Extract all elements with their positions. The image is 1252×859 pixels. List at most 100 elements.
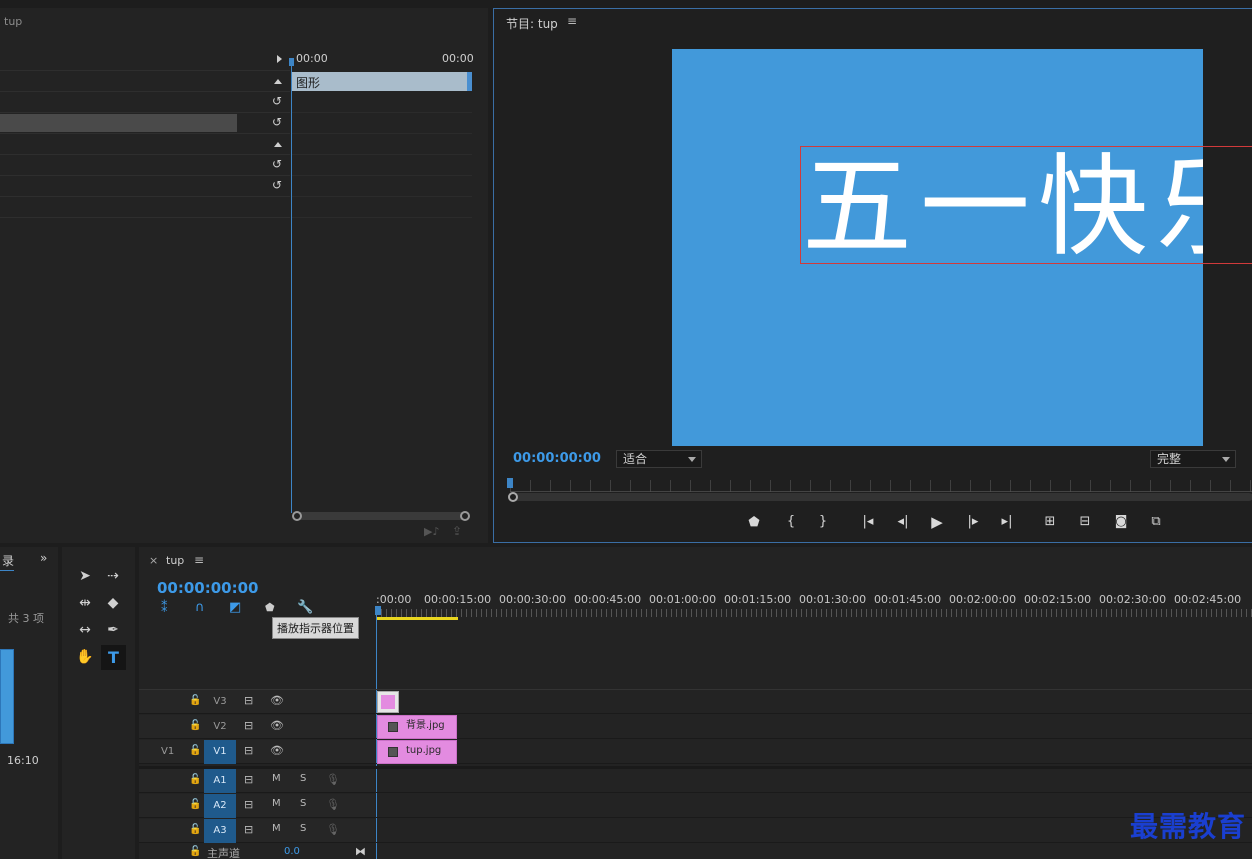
zoom-select[interactable]: 适合 <box>616 450 702 468</box>
reset-icon[interactable]: ↺ <box>272 178 282 192</box>
master-volume[interactable]: 0.0 <box>284 846 300 857</box>
track-lane-v3[interactable] <box>376 690 1252 714</box>
sync-lock-icon[interactable]: ⊟ <box>244 719 253 732</box>
reset-icon[interactable]: ↺ <box>272 94 282 108</box>
track-header-master[interactable]: 🔓 主声道 0.0 ⧓ <box>139 844 375 859</box>
collapse-icon[interactable] <box>274 79 282 84</box>
track-header-a3[interactable]: 🔓 A3 ⊟ M S 🎙 <box>139 819 375 843</box>
track-lane-v1[interactable] <box>376 740 1252 764</box>
add-marker-icon[interactable]: ⬟ <box>265 601 275 614</box>
sync-lock-icon[interactable]: ⊟ <box>244 694 253 707</box>
track-header-v1[interactable]: V1 🔓 V1 ⊟ 👁 <box>139 740 375 764</box>
video-frame[interactable]: 五一快乐 <box>672 49 1203 446</box>
track-header-v3[interactable]: 🔓 V3 ⊟ 👁 <box>139 690 375 714</box>
program-timecode[interactable]: 00:00:00:00 <box>513 451 601 466</box>
reset-icon[interactable]: ↺ <box>272 115 282 129</box>
lock-icon[interactable]: 🔓 <box>189 720 201 731</box>
step-back-icon[interactable]: ◂| <box>892 514 914 529</box>
program-title[interactable]: 节目: tup <box>506 15 558 32</box>
compare-icon[interactable]: ⧉ <box>1145 514 1167 529</box>
wrench-icon[interactable]: 🔧 <box>297 600 313 615</box>
selection-tool-icon[interactable]: ➤ <box>74 565 96 587</box>
collapse-icon[interactable] <box>274 142 282 147</box>
reset-icon[interactable]: ↺ <box>272 157 282 171</box>
slip-tool-icon[interactable]: ↔ <box>74 619 96 641</box>
solo-button[interactable]: S <box>300 823 306 834</box>
track-lane-v2[interactable] <box>376 715 1252 739</box>
mark-out-icon[interactable]: } <box>812 514 834 529</box>
track-target-v2[interactable]: V2 <box>204 715 236 739</box>
lock-icon[interactable]: 🔓 <box>189 824 201 835</box>
ec-row-property[interactable]: ↺ <box>0 155 290 176</box>
microphone-icon[interactable]: 🎙 <box>326 798 340 811</box>
track-header-v2[interactable]: 🔓 V2 ⊟ 👁 <box>139 715 375 739</box>
type-tool-icon[interactable]: T <box>101 645 126 670</box>
marker-icon[interactable]: ⬟ <box>743 515 765 530</box>
work-area-bar[interactable] <box>376 617 458 620</box>
track-select-tool-icon[interactable]: ⇢ <box>102 565 124 587</box>
ec-row-header[interactable] <box>0 50 290 71</box>
track-lane-a2[interactable] <box>376 794 1252 818</box>
razor-tool-icon[interactable]: ◆ <box>102 592 124 614</box>
go-to-end-icon[interactable]: ⧓ <box>355 845 366 858</box>
track-target-a3[interactable]: A3 <box>204 819 236 843</box>
lock-icon[interactable]: 🔓 <box>189 846 201 857</box>
sequence-tab[interactable]: tup <box>166 554 184 567</box>
project-tab-fragment[interactable]: 录 <box>2 552 14 569</box>
ec-row-property[interactable]: ↺ <box>0 92 290 113</box>
go-to-out-icon[interactable]: ▸| <box>996 514 1018 529</box>
mute-button[interactable]: M <box>272 798 281 809</box>
ec-playhead-line[interactable] <box>291 58 292 513</box>
ec-row-section[interactable] <box>0 134 290 155</box>
track-target-a2[interactable]: A2 <box>204 794 236 818</box>
program-scrollbar[interactable] <box>508 492 1252 502</box>
camera-icon[interactable]: ◙ <box>1110 514 1132 529</box>
scroll-handle-left[interactable] <box>292 511 302 521</box>
ec-row-property[interactable]: ↺ <box>0 176 290 197</box>
eye-icon[interactable]: 👁 <box>270 719 284 732</box>
track-lane-a3[interactable] <box>376 819 1252 843</box>
track-target-a1[interactable]: A1 <box>204 769 236 793</box>
microphone-icon[interactable]: 🎙 <box>326 773 340 786</box>
eye-icon[interactable]: 👁 <box>270 694 284 707</box>
lock-icon[interactable]: 🔓 <box>189 695 201 706</box>
sync-lock-icon[interactable]: ⊟ <box>244 823 253 836</box>
scrub-ruler[interactable] <box>510 480 1252 492</box>
sync-lock-icon[interactable]: ⊟ <box>244 773 253 786</box>
mark-in-icon[interactable]: { <box>780 514 802 529</box>
triangle-right-icon[interactable] <box>277 55 282 63</box>
track-header-a1[interactable]: 🔓 A1 ⊟ M S 🎙 <box>139 769 375 793</box>
eye-icon[interactable]: 👁 <box>270 744 284 757</box>
track-header-a2[interactable]: 🔓 A2 ⊟ M S 🎙 <box>139 794 375 818</box>
solo-button[interactable]: S <box>300 798 306 809</box>
play-icon[interactable]: ▶ <box>926 513 948 531</box>
clip-v2[interactable]: 背景.jpg <box>377 715 457 739</box>
graphic-clip-v3[interactable] <box>377 691 399 713</box>
scroll-handle-right[interactable] <box>460 511 470 521</box>
ec-row-property-selected[interactable]: ↺ <box>0 113 290 134</box>
go-to-in-icon[interactable]: |◂ <box>857 514 879 529</box>
linked-selection-icon[interactable]: ◩ <box>229 600 241 615</box>
filter-icon[interactable]: ▶♪ <box>424 525 439 538</box>
sync-lock-icon[interactable]: ⊟ <box>244 798 253 811</box>
source-patch[interactable]: V1 <box>161 746 174 757</box>
pen-tool-icon[interactable]: ✒ <box>102 619 124 641</box>
microphone-icon[interactable]: 🎙 <box>326 823 340 836</box>
ec-scrollbar[interactable] <box>292 511 470 521</box>
extract-icon[interactable]: ⊟ <box>1074 514 1096 529</box>
timeline-timecode[interactable]: 00:00:00:00 <box>157 579 259 597</box>
track-lane-a1[interactable] <box>376 769 1252 793</box>
nest-icon[interactable]: ⁑ <box>161 601 168 616</box>
double-chevron-right-icon[interactable]: » <box>40 551 47 565</box>
ec-clip-bar[interactable]: 图形 <box>292 72 472 91</box>
selected-bar[interactable] <box>0 114 237 132</box>
step-forward-icon[interactable]: |▸ <box>962 514 984 529</box>
hamburger-icon[interactable]: ≡ <box>194 553 204 567</box>
lock-icon[interactable]: 🔓 <box>189 745 201 756</box>
video-title-text[interactable]: 五一快乐 <box>802 141 1203 273</box>
snap-magnet-icon[interactable]: ∩ <box>195 600 205 615</box>
clip-v1[interactable]: tup.jpg <box>377 740 457 764</box>
ec-row-section[interactable] <box>0 71 290 92</box>
solo-button[interactable]: S <box>300 773 306 784</box>
ripple-edit-tool-icon[interactable]: ⇹ <box>74 592 96 614</box>
